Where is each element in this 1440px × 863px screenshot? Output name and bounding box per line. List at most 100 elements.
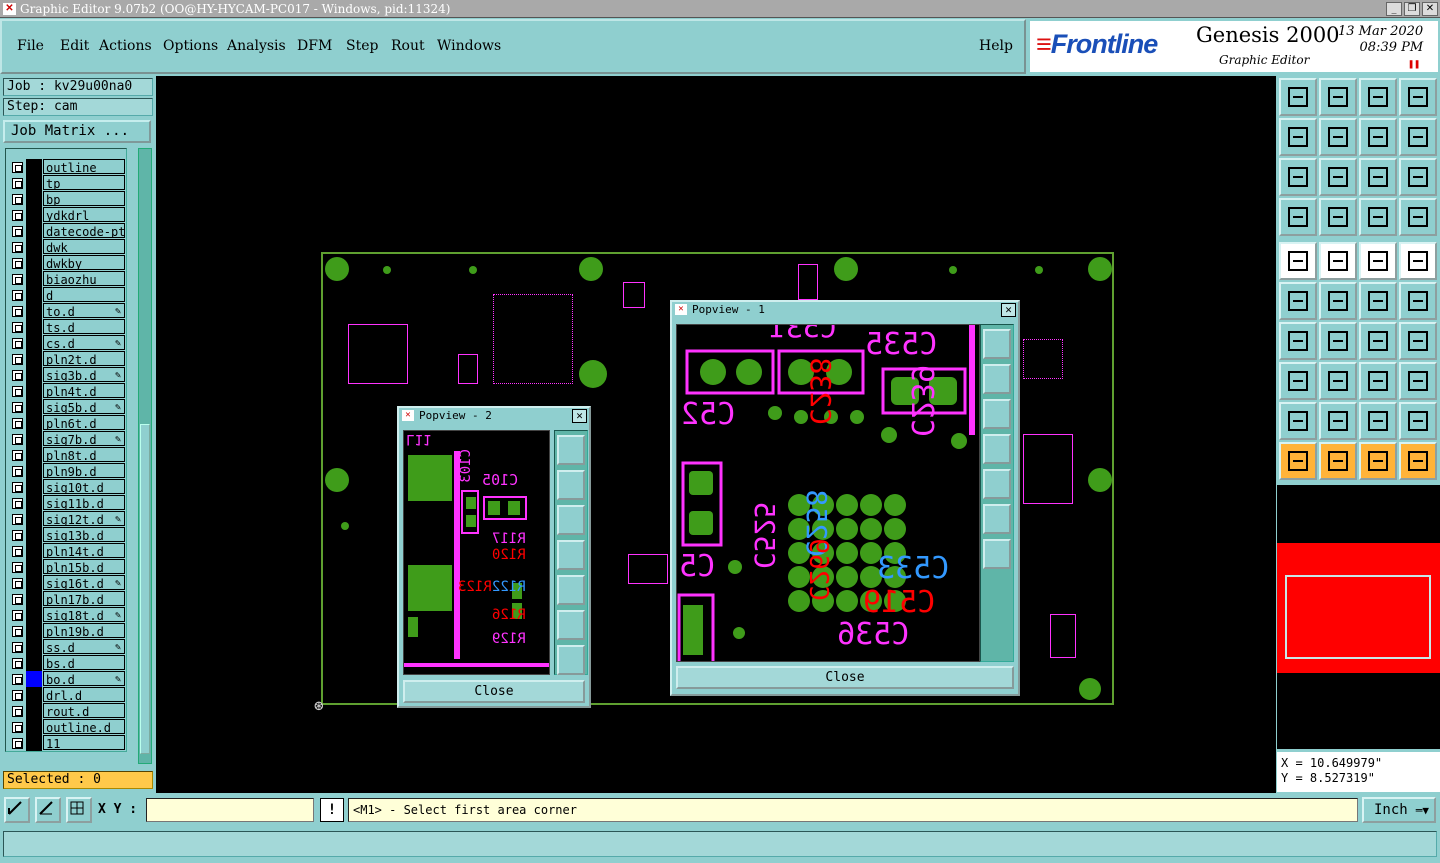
layer-color-swatch[interactable] [26, 463, 42, 479]
layer-row[interactable]: sig10t.d [6, 479, 126, 495]
layer-name[interactable]: cs.d ✎ [43, 335, 125, 350]
menu-actions[interactable]: Actions [99, 38, 152, 54]
layer-name[interactable]: 11 [43, 735, 125, 750]
layer-color-swatch[interactable] [26, 399, 42, 415]
layer-color-swatch[interactable] [26, 367, 42, 383]
layer-name[interactable]: pln14t.d [43, 543, 125, 558]
layer-color-swatch[interactable] [26, 175, 42, 191]
layer-name[interactable]: sig12t.d ✎ [43, 511, 125, 526]
layer-row[interactable]: bp [6, 191, 126, 207]
layer-row[interactable]: pln14t.d [6, 543, 126, 559]
layer-checkbox[interactable] [12, 546, 23, 557]
layer-color-swatch[interactable] [26, 319, 42, 335]
layer-checkbox[interactable] [12, 498, 23, 509]
zoom-all-icon[interactable] [1279, 158, 1317, 196]
layer-color-swatch[interactable] [26, 495, 42, 511]
layer-checkbox[interactable] [12, 370, 23, 381]
popview-zoom-out-icon[interactable] [557, 645, 585, 675]
job-matrix-button[interactable]: Job Matrix ... [3, 120, 151, 143]
layer-row[interactable]: rout.d [6, 703, 126, 719]
layer-checkbox[interactable] [12, 306, 23, 317]
layer-checkbox[interactable] [12, 690, 23, 701]
popview-pan-up-icon[interactable] [557, 470, 585, 500]
zoom-page-icon[interactable] [1319, 78, 1357, 116]
resize-icon[interactable] [1359, 362, 1397, 400]
layer-color-swatch[interactable] [26, 559, 42, 575]
menu-dfm[interactable]: DFM [297, 38, 332, 54]
layer-color-swatch[interactable] [26, 351, 42, 367]
layer-row[interactable]: pln19b.d [6, 623, 126, 639]
layer-checkbox[interactable] [12, 594, 23, 605]
layer-row[interactable]: biaozhu [6, 271, 126, 287]
layer-color-swatch[interactable] [26, 207, 42, 223]
popview-1-view[interactable]: C531 C535 C52 C238 C239 C533 C519 C536 C… [676, 324, 980, 662]
menu-help[interactable]: Help [979, 38, 1013, 54]
popview-2-close-button[interactable]: Close [403, 680, 585, 703]
layer-checkbox[interactable] [12, 418, 23, 429]
layer-name[interactable]: sig10t.d [43, 479, 125, 494]
menu-step[interactable]: Step [346, 38, 378, 54]
layer-color-swatch[interactable] [26, 383, 42, 399]
layer-color-swatch[interactable] [26, 271, 42, 287]
layer-checkbox[interactable] [12, 466, 23, 477]
layer-row[interactable]: pln15b.d [6, 559, 126, 575]
shape-icon[interactable] [1399, 362, 1437, 400]
layer-color-swatch[interactable] [26, 415, 42, 431]
arrow-node-2-icon[interactable] [1399, 282, 1437, 320]
layer-checkbox[interactable] [12, 658, 23, 669]
layer-name[interactable]: biaozhu [43, 271, 125, 286]
layer-color-swatch[interactable] [26, 591, 42, 607]
snap-mode-icon[interactable] [4, 797, 30, 823]
layer-row[interactable]: dwk [6, 239, 126, 255]
layer-checkbox[interactable] [12, 530, 23, 541]
layer-name[interactable]: sig16t.d ✎ [43, 575, 125, 590]
layer-list-scrollbar[interactable] [138, 148, 152, 764]
layer-checkbox[interactable] [12, 706, 23, 717]
layer-row[interactable]: pln6t.d [6, 415, 126, 431]
connect-icon[interactable] [1279, 282, 1317, 320]
layer-color-swatch[interactable] [26, 575, 42, 591]
popview-1-close-button[interactable]: Close [676, 666, 1014, 689]
layer-row[interactable]: pln9b.d [6, 463, 126, 479]
layer-color-swatch[interactable] [26, 623, 42, 639]
layer-row[interactable]: pln2t.d [6, 351, 126, 367]
popview-pan-down-icon[interactable] [983, 399, 1011, 429]
unit-select[interactable]: Inch ═▼ [1362, 797, 1436, 823]
layer-checkbox[interactable] [12, 434, 23, 445]
layer-name[interactable]: ss.d ✎ [43, 639, 125, 654]
overview-panel[interactable] [1277, 485, 1440, 749]
layer-checkbox[interactable] [12, 210, 23, 221]
layer-name[interactable]: tp [43, 175, 125, 190]
layer-name[interactable]: sig5b.d ✎ [43, 399, 125, 414]
layer-checkbox[interactable] [12, 722, 23, 733]
layer-color-swatch[interactable] [26, 655, 42, 671]
layer-checkbox[interactable] [12, 610, 23, 621]
layer-row[interactable]: bs.d [6, 655, 126, 671]
pan-left-icon[interactable] [1279, 118, 1317, 156]
layer-color-swatch[interactable] [26, 431, 42, 447]
menu-file[interactable]: File [17, 38, 44, 54]
measure-icon[interactable] [35, 797, 61, 823]
layer-name[interactable]: outline [43, 159, 125, 174]
menu-options[interactable]: Options [163, 38, 218, 54]
layer-name[interactable]: pln6t.d [43, 415, 125, 430]
layer-name[interactable]: pln17b.d [43, 591, 125, 606]
layer-name[interactable]: sig7b.d ✎ [43, 431, 125, 446]
layer-checkbox[interactable] [12, 402, 23, 413]
layer-row[interactable]: outline [6, 159, 126, 175]
xy-input[interactable] [146, 798, 314, 822]
triangle-2-icon[interactable] [1319, 402, 1357, 440]
layer-row[interactable]: outline.d [6, 719, 126, 735]
layer-row[interactable]: cs.d ✎ [6, 335, 126, 351]
popview-zoom-home-icon[interactable] [983, 329, 1011, 359]
layer-checkbox[interactable] [12, 642, 23, 653]
graphic-canvas[interactable]: ✕ Popview - 2 ✕ L11 C103 C105 R117 R120 … [156, 76, 1276, 793]
popview-pan-right-icon[interactable] [557, 575, 585, 605]
layer-name[interactable]: ts.d [43, 319, 125, 334]
layer-row[interactable]: bo.d ✎ [6, 671, 126, 687]
layer-checkbox[interactable] [12, 258, 23, 269]
select-box-icon[interactable] [1319, 442, 1357, 480]
zoom-home-icon[interactable] [1279, 78, 1317, 116]
line-icon[interactable] [1319, 322, 1357, 360]
layer-name[interactable]: ydkdrl [43, 207, 125, 222]
